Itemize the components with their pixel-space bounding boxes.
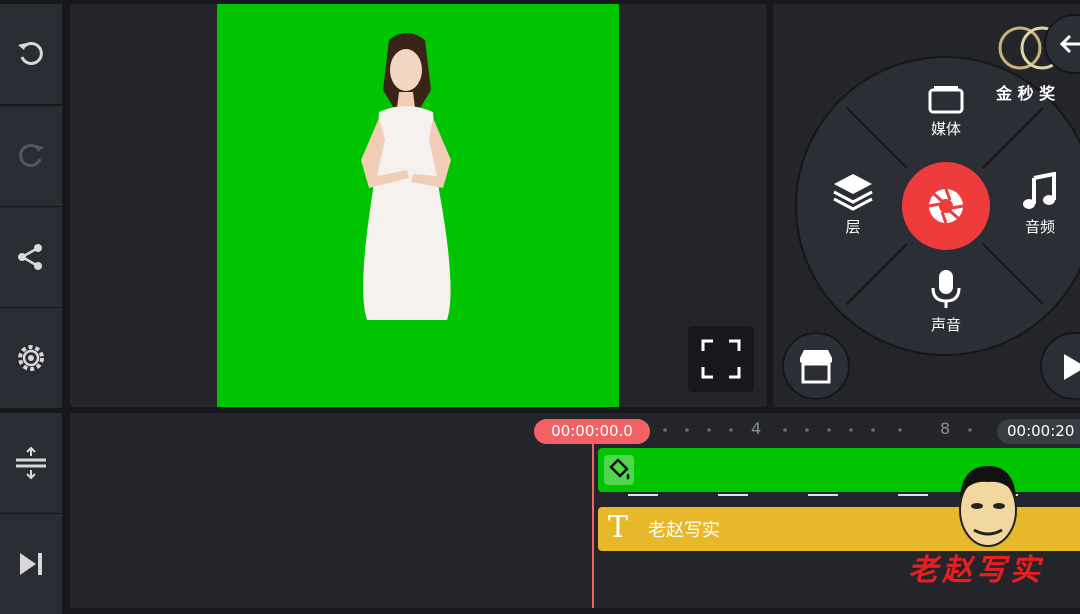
layers-icon <box>833 174 873 211</box>
watermark-text: 老赵写实 <box>908 553 1044 588</box>
media-label: 媒体 <box>930 120 961 138</box>
redo-icon <box>19 143 44 167</box>
split-track-button[interactable] <box>0 413 62 513</box>
camera-shutter-icon <box>928 188 964 224</box>
record-button[interactable] <box>899 159 993 253</box>
layer-button[interactable]: 层 <box>832 172 874 237</box>
tick-label-8: 8 <box>940 419 951 438</box>
woman-figure-image <box>361 33 451 320</box>
microphone-icon <box>931 270 961 308</box>
video-preview-canvas[interactable] <box>217 4 619 407</box>
redo-button[interactable] <box>0 106 62 206</box>
skip-to-end-icon <box>20 553 42 575</box>
playhead[interactable] <box>592 442 594 608</box>
audio-button[interactable]: 音频 <box>1020 172 1060 237</box>
play-icon <box>1064 354 1080 380</box>
back-arrow-icon <box>1059 34 1080 54</box>
undo-button[interactable] <box>0 4 62 104</box>
fullscreen-button[interactable] <box>688 326 754 392</box>
logo-text: 金 秒 奖 <box>996 84 1056 103</box>
media-icon <box>928 86 964 114</box>
fullscreen-icon <box>701 339 741 379</box>
paint-bucket-icon <box>604 455 634 485</box>
share-button[interactable] <box>0 207 62 307</box>
undo-icon <box>18 41 43 65</box>
audio-label: 音频 <box>1024 218 1055 236</box>
cartoon-face-avatar <box>959 466 1017 547</box>
store-button[interactable] <box>782 332 850 400</box>
share-icon <box>18 244 42 270</box>
text-track-icon: T <box>608 510 629 545</box>
settings-button[interactable] <box>0 308 62 408</box>
skip-to-end-button[interactable] <box>0 514 62 614</box>
layer-label: 层 <box>845 218 861 236</box>
voice-label: 声音 <box>930 316 961 334</box>
text-track-label: 老赵写实 <box>648 520 720 541</box>
music-note-icon <box>1023 172 1056 209</box>
split-track-icon <box>16 446 46 480</box>
total-duration: 00:00:20 <box>997 419 1080 444</box>
store-icon <box>800 350 832 384</box>
tick-label-4: 4 <box>751 419 762 438</box>
media-button[interactable]: 媒体 <box>926 84 966 139</box>
gear-icon <box>18 345 44 371</box>
voice-button[interactable]: 声音 <box>928 268 964 335</box>
current-time: 00:00:00.0 <box>534 419 650 444</box>
